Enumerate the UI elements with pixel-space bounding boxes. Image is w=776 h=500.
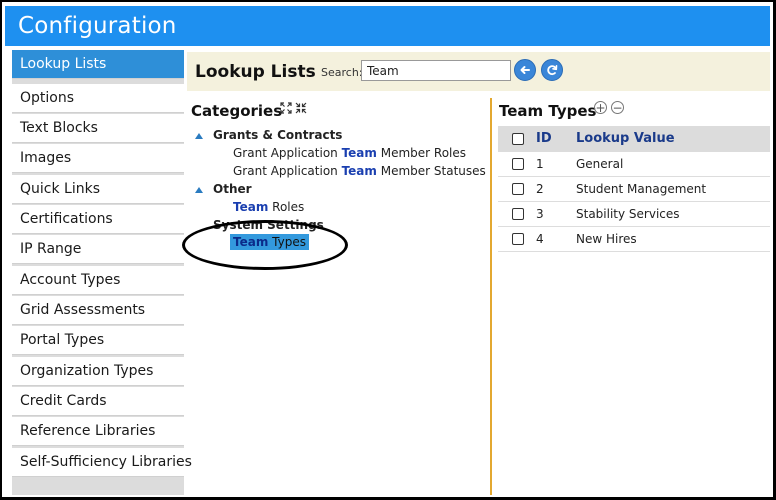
- sidebar-item-reference-libraries[interactable]: Reference Libraries: [12, 417, 184, 446]
- leaf-match-highlight: Team: [341, 164, 377, 178]
- sidebar-item-options[interactable]: Options: [12, 84, 184, 113]
- sidebar-item-organization-types[interactable]: Organization Types: [12, 357, 184, 386]
- search-input[interactable]: [361, 60, 511, 81]
- category-leaf-selected[interactable]: Team Types: [230, 234, 309, 250]
- sidebar-item-lookup-lists[interactable]: Lookup Lists: [12, 50, 184, 79]
- row-id: 4: [536, 232, 544, 246]
- category-group-system-settings[interactable]: System Settings: [213, 218, 324, 232]
- sidebar-item-credit-cards[interactable]: Credit Cards: [12, 387, 184, 416]
- panel-divider[interactable]: [490, 98, 492, 495]
- row-checkbox[interactable]: [512, 233, 524, 245]
- search-label: Search:: [321, 66, 363, 79]
- categories-panel: Categories Grants & Contracts Grant Appl…: [191, 100, 489, 495]
- sidebar-item-text-blocks[interactable]: Text Blocks: [12, 114, 184, 143]
- sidebar-item-quick-links[interactable]: Quick Links: [12, 175, 184, 204]
- category-leaf[interactable]: Team Roles: [233, 200, 304, 214]
- collapse-all-icon[interactable]: [295, 102, 307, 114]
- row-lookup-value: General: [576, 157, 624, 171]
- leaf-text: Grant Application: [233, 146, 342, 160]
- team-types-title: Team Types: [499, 102, 597, 120]
- table-row[interactable]: 2 Student Management: [498, 177, 770, 202]
- expand-all-icon[interactable]: [280, 102, 292, 114]
- category-leaf[interactable]: Grant Application Team Member Roles: [233, 146, 466, 160]
- sidebar-item-ip-range[interactable]: IP Range: [12, 235, 184, 264]
- row-lookup-value: Student Management: [576, 182, 707, 196]
- column-header-id[interactable]: ID: [536, 131, 552, 146]
- leaf-text: Grant Application: [233, 164, 342, 178]
- sidebar: Lookup Lists Options Text Blocks Images …: [12, 50, 192, 495]
- row-checkbox[interactable]: [512, 183, 524, 195]
- title-bar: Configuration: [5, 6, 770, 46]
- lookup-lists-header: Lookup Lists Search:: [187, 52, 770, 91]
- row-checkbox[interactable]: [512, 208, 524, 220]
- refresh-icon: [547, 65, 558, 76]
- row-lookup-value: Stability Services: [576, 207, 680, 221]
- leaf-text: Roles: [268, 200, 305, 214]
- leaf-match-highlight: Team: [341, 146, 377, 160]
- grid-header: ID Lookup Value: [498, 126, 770, 152]
- app-window: Configuration Lookup Lists Options Text …: [0, 0, 776, 500]
- row-checkbox[interactable]: [512, 158, 524, 170]
- remove-circle-icon[interactable]: −: [611, 101, 624, 114]
- sidebar-item-portal-types[interactable]: Portal Types: [12, 326, 184, 355]
- leaf-text: Types: [268, 235, 306, 249]
- categories-title: Categories: [191, 102, 283, 120]
- table-row[interactable]: 3 Stability Services: [498, 202, 770, 227]
- sidebar-item-self-sufficiency-libraries[interactable]: Self-Sufficiency Libraries: [12, 448, 192, 477]
- category-group-grants-contracts[interactable]: Grants & Contracts: [213, 128, 342, 142]
- expand-arrow-icon[interactable]: [195, 133, 203, 139]
- sidebar-item-grid-assessments[interactable]: Grid Assessments: [12, 296, 184, 325]
- expand-arrow-icon[interactable]: [195, 187, 203, 193]
- window-title: Configuration: [18, 13, 177, 39]
- row-lookup-value: New Hires: [576, 232, 637, 246]
- row-id: 3: [536, 207, 544, 221]
- row-id: 1: [536, 157, 544, 171]
- leaf-match-highlight: Team: [233, 200, 269, 214]
- select-all-checkbox[interactable]: [512, 133, 524, 145]
- leaf-text: Member Statuses: [376, 164, 486, 178]
- column-header-lookup-value[interactable]: Lookup Value: [576, 131, 675, 146]
- leaf-text: Member Roles: [376, 146, 467, 160]
- page-title: Lookup Lists: [195, 62, 316, 82]
- sidebar-item-account-types[interactable]: Account Types: [12, 266, 184, 295]
- team-types-panel: Team Types + − ID Lookup Value 1 General…: [494, 98, 770, 495]
- refresh-button[interactable]: [541, 59, 563, 81]
- category-group-other[interactable]: Other: [213, 182, 252, 196]
- sidebar-item-images[interactable]: Images: [12, 144, 184, 173]
- back-arrow-icon: [520, 66, 530, 74]
- category-leaf[interactable]: Grant Application Team Member Statuses: [233, 164, 486, 178]
- sidebar-item-certifications[interactable]: Certifications: [12, 205, 184, 234]
- leaf-match-highlight: Team: [233, 235, 269, 249]
- add-circle-icon[interactable]: +: [594, 101, 607, 114]
- row-id: 2: [536, 182, 544, 196]
- table-row[interactable]: 1 General: [498, 152, 770, 177]
- table-row[interactable]: 4 New Hires: [498, 227, 770, 252]
- back-button[interactable]: [514, 59, 536, 81]
